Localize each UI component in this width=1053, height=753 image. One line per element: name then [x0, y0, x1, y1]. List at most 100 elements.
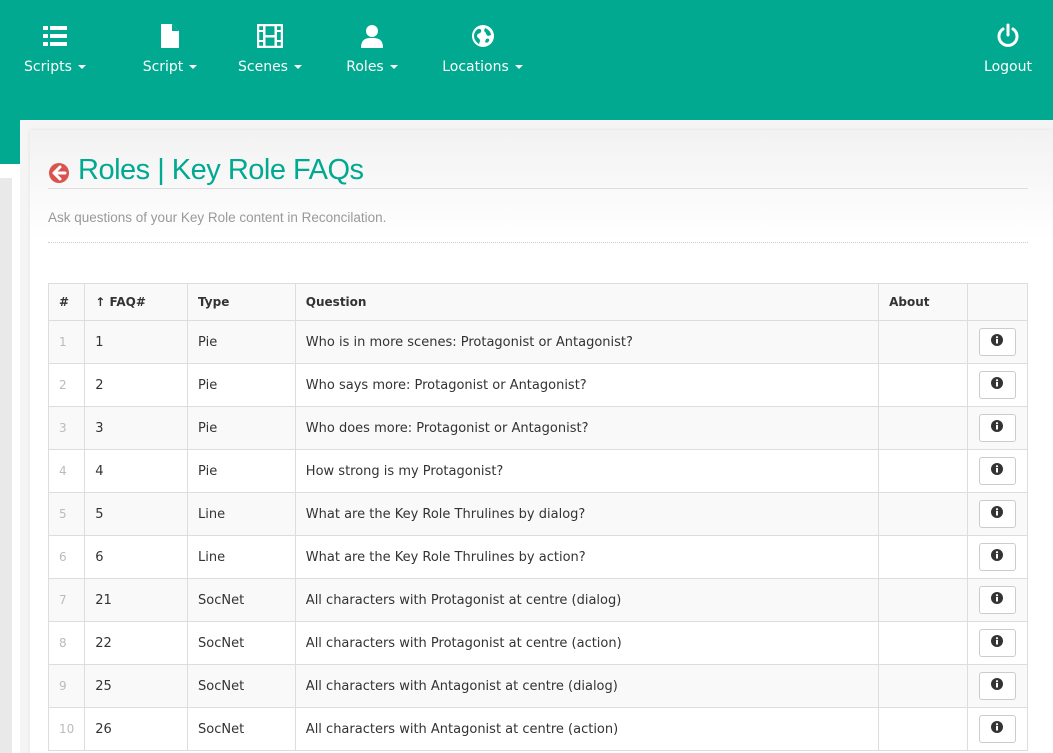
- info-icon: [991, 678, 1004, 694]
- row-number: 3: [47, 406, 86, 450]
- row-number: 6: [47, 535, 86, 579]
- faq-type: SocNet: [187, 664, 296, 708]
- file-icon: [157, 23, 183, 49]
- faq-about: [878, 406, 968, 450]
- faq-number: 3: [84, 406, 189, 450]
- back-arrow-icon[interactable]: [48, 159, 70, 183]
- info-button[interactable]: [978, 457, 1016, 485]
- faq-question: What are the Key Role Thrulines by dialo…: [294, 492, 880, 536]
- faq-number: 26: [84, 707, 189, 751]
- caret-down-icon: [77, 65, 86, 69]
- info-button[interactable]: [978, 414, 1016, 442]
- info-icon: [991, 334, 1004, 350]
- faq-about: [878, 664, 968, 708]
- left-gutter: [0, 178, 12, 753]
- nav-locations-label: Locations: [442, 59, 509, 75]
- faq-number: 22: [84, 621, 189, 665]
- row-actions: [966, 578, 1029, 622]
- faq-number: 1: [84, 320, 189, 364]
- nav-locations[interactable]: Locations: [430, 0, 535, 92]
- row-actions: [966, 621, 1029, 665]
- info-button[interactable]: [978, 328, 1016, 356]
- info-button[interactable]: [978, 500, 1016, 528]
- page-title: Roles | Key Role FAQs: [48, 152, 364, 188]
- info-button[interactable]: [978, 586, 1016, 614]
- table-row: 8 22 SocNet All characters with Protagonist…: [47, 621, 1029, 665]
- faq-number: 21: [84, 578, 189, 622]
- nav-roles[interactable]: Roles: [332, 0, 412, 92]
- table-row: 4 4 Pie How strong is my Protagonist?: [47, 449, 1029, 493]
- faq-question: Who says more: Protagonist or Antagonist…: [294, 363, 880, 407]
- header-about[interactable]: About: [878, 283, 968, 321]
- row-actions: [966, 492, 1029, 536]
- caret-down-icon: [514, 65, 523, 69]
- header-type[interactable]: Type: [187, 283, 296, 321]
- logout-label: Logout: [984, 59, 1032, 75]
- list-icon: [42, 23, 68, 49]
- faq-type: Pie: [187, 449, 296, 493]
- info-button[interactable]: [978, 672, 1016, 700]
- faq-number: 2: [84, 363, 189, 407]
- faq-number: 25: [84, 664, 189, 708]
- nav-script[interactable]: Script: [130, 0, 210, 92]
- info-icon: [991, 721, 1004, 737]
- table-row: 1 1 Pie Who is in more scenes: Protagonist …: [47, 320, 1029, 364]
- faq-type: SocNet: [187, 707, 296, 751]
- row-number: 1: [47, 320, 86, 364]
- film-icon: [257, 23, 283, 49]
- faq-question: How strong is my Protagonist?: [294, 449, 880, 493]
- info-button[interactable]: [978, 543, 1016, 571]
- info-icon: [991, 420, 1004, 436]
- faq-number: 6: [84, 535, 189, 579]
- faq-about: [878, 707, 968, 751]
- faq-about: [878, 578, 968, 622]
- power-icon: [995, 23, 1021, 49]
- faq-type: Pie: [187, 320, 296, 364]
- faq-type: SocNet: [187, 578, 296, 622]
- faq-question: Who is in more scenes: Protagonist or An…: [294, 320, 880, 364]
- info-icon: [991, 592, 1004, 608]
- nav-scripts-label: Scripts: [24, 59, 72, 75]
- nav-script-label: Script: [142, 59, 184, 75]
- row-number: 8: [47, 621, 86, 665]
- header-faq-number[interactable]: ↑ FAQ#: [84, 283, 189, 321]
- faq-about: [878, 363, 968, 407]
- header-question[interactable]: Question: [294, 283, 880, 321]
- row-number: 10: [47, 707, 86, 751]
- header-actions: [966, 283, 1029, 321]
- row-number: 2: [47, 363, 86, 407]
- row-actions: [966, 664, 1029, 708]
- info-icon: [991, 506, 1004, 522]
- faq-about: [878, 492, 968, 536]
- table-row: 7 21 SocNet All characters with Protagonist…: [47, 578, 1029, 622]
- faq-type: Line: [187, 535, 296, 579]
- faq-about: [878, 320, 968, 364]
- table-row: 9 25 SocNet All characters with Antagonist …: [47, 664, 1029, 708]
- faq-number: 4: [84, 449, 189, 493]
- faq-type: Line: [187, 492, 296, 536]
- info-icon: [991, 377, 1004, 393]
- nav-logout[interactable]: Logout: [973, 0, 1043, 92]
- info-button[interactable]: [978, 371, 1016, 399]
- caret-down-icon: [389, 65, 398, 69]
- info-button[interactable]: [978, 715, 1016, 743]
- faq-type: Pie: [187, 406, 296, 450]
- faq-question: All characters with Protagonist at centr…: [294, 621, 880, 665]
- faq-type: Pie: [187, 363, 296, 407]
- faq-type: SocNet: [187, 621, 296, 665]
- header-num[interactable]: #: [47, 283, 86, 321]
- row-actions: [966, 320, 1029, 364]
- row-actions: [966, 406, 1029, 450]
- page-subtitle: Ask questions of your Key Role content i…: [48, 210, 387, 225]
- globe-icon: [470, 23, 496, 49]
- row-actions: [966, 363, 1029, 407]
- top-navbar: Scripts Script Scenes Roles Locations Lo…: [0, 0, 1053, 120]
- info-icon: [991, 549, 1004, 565]
- nav-scenes[interactable]: Scenes: [226, 0, 314, 92]
- table-row: 10 26 SocNet All characters with Antagonist…: [47, 707, 1029, 751]
- faq-about: [878, 449, 968, 493]
- info-button[interactable]: [978, 629, 1016, 657]
- nav-scripts[interactable]: Scripts: [0, 0, 110, 92]
- table-row: 5 5 Line What are the Key Role Thrulines by…: [47, 492, 1029, 536]
- caret-down-icon: [189, 65, 198, 69]
